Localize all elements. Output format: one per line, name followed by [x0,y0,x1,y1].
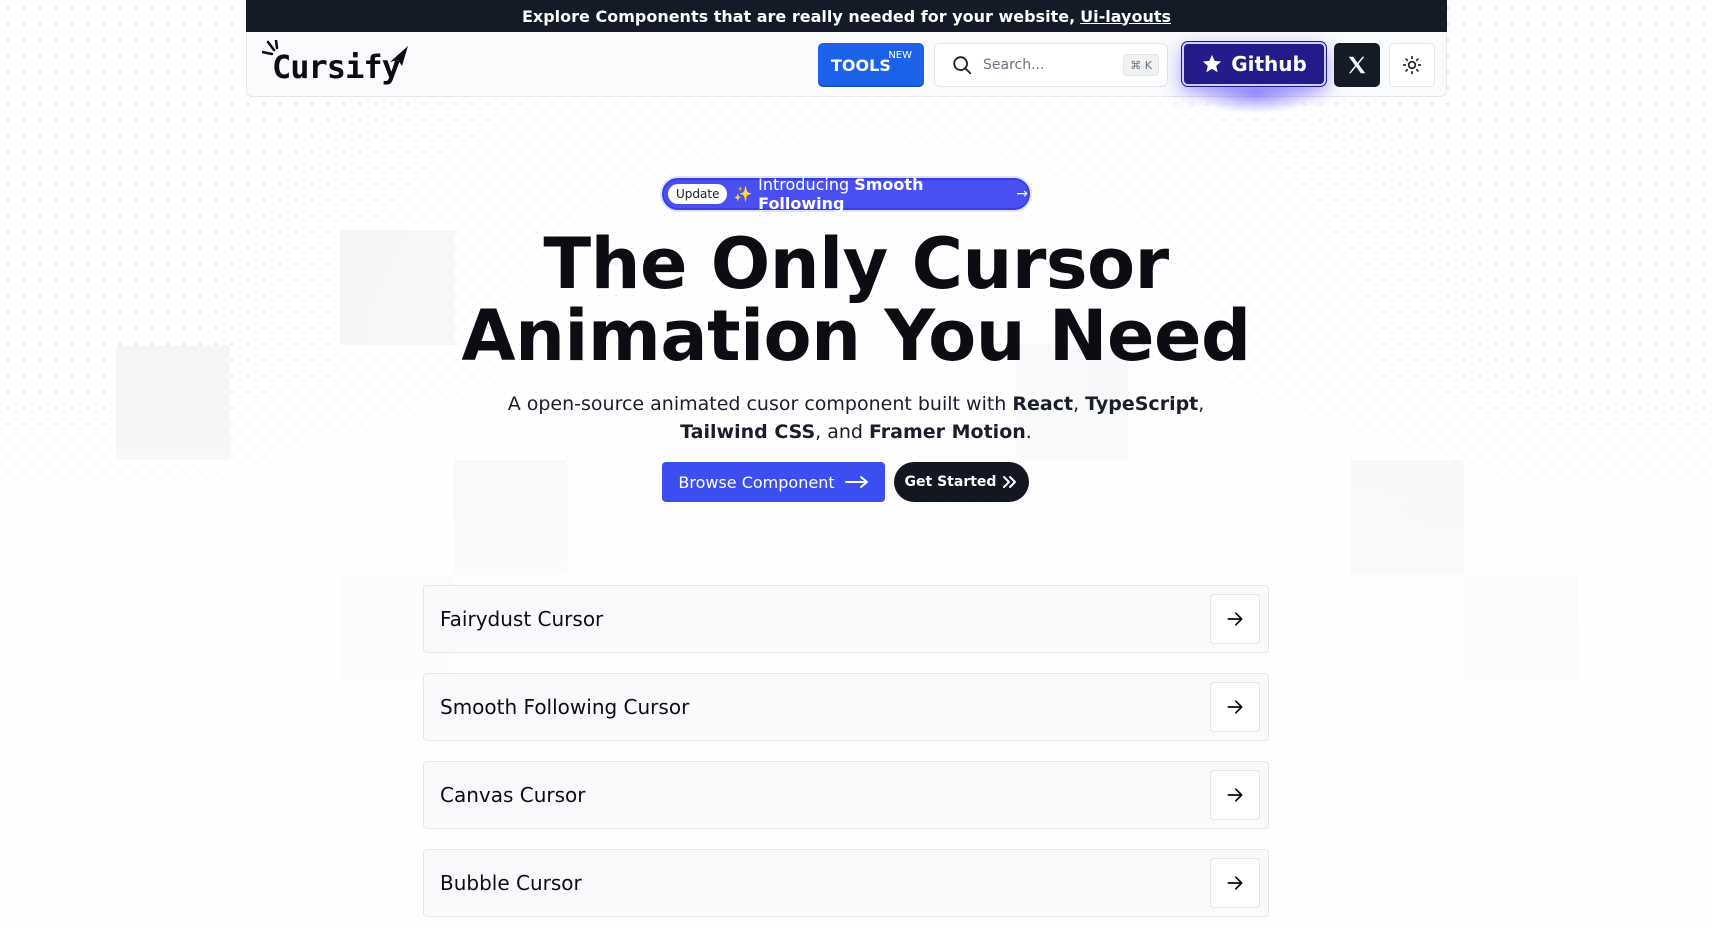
get-started-label: Get Started [904,474,997,490]
cursor-card-label: Fairydust Cursor [440,607,604,631]
get-started-button[interactable]: Get Started [894,462,1029,502]
card-arrow-button[interactable] [1210,770,1260,820]
cursor-card-smooth-following[interactable]: Smooth Following Cursor [423,673,1269,741]
arrow-right-icon [1227,788,1243,802]
cursor-card-canvas[interactable]: Canvas Cursor [423,761,1269,829]
search-input[interactable]: Search... ⌘ K [934,43,1168,87]
browse-component-button[interactable]: Browse Component [662,462,885,502]
cursor-card-label: Bubble Cursor [440,871,582,895]
card-arrow-button[interactable] [1210,682,1260,732]
search-icon [953,56,972,75]
sun-icon [1402,55,1422,75]
star-icon [1203,54,1222,73]
double-chevron-right-icon [1003,476,1017,488]
bg-tile [1350,460,1464,575]
arrow-right-icon [1227,876,1243,890]
github-label: Github [1231,52,1307,76]
cursor-card-fairydust[interactable]: Fairydust Cursor [423,585,1269,653]
browse-label: Browse Component [678,472,835,492]
announcement-text: Explore Components that are really neede… [521,6,1076,26]
tools-button[interactable]: TOOLS NEW [818,43,924,87]
cursor-card-label: Canvas Cursor [440,783,586,807]
x-twitter-button[interactable] [1334,43,1380,87]
announcement-bar: Explore Components that are really neede… [246,0,1447,32]
cursor-card-bubble[interactable]: Bubble Cursor [423,849,1269,917]
arrow-right-icon [1227,612,1243,626]
pill-text: Introducing Smooth Following [758,175,924,213]
new-badge: NEW [888,50,912,61]
search-placeholder: Search... [983,57,1045,73]
card-arrow-button[interactable] [1210,594,1260,644]
card-arrow-button[interactable] [1210,858,1260,908]
navbar: Cursify TOOLS NEW Search... ⌘ K Github [246,32,1447,114]
update-tag: Update [668,184,728,204]
x-logo-icon [1348,56,1366,74]
cursor-card-label: Smooth Following Cursor [440,695,690,719]
theme-toggle-button[interactable] [1389,43,1435,87]
arrow-right-icon: → [1016,186,1028,202]
ui-layouts-link[interactable]: Ui-layouts [1080,7,1171,26]
arrow-right-icon [1227,700,1243,714]
sparkle-icon: ✨ [733,185,753,203]
bg-tile [1464,575,1578,690]
svg-text:Cursify: Cursify [272,48,401,86]
github-button[interactable]: Github [1182,42,1326,86]
logo-icon: Cursify [260,38,408,86]
update-pill[interactable]: Update ✨ Introducing Smooth Following → [662,175,1030,213]
headline-line-1: The Only Cursor [543,223,1169,305]
search-shortcut: ⌘ K [1123,54,1159,76]
long-arrow-right-icon [844,476,868,488]
hero-description: A open-source animated cusor component b… [507,393,1205,443]
bg-tile [453,460,567,575]
headline-line-2: Animation You Need [461,295,1251,377]
tools-label: TOOLS [831,55,891,75]
cursify-logo[interactable]: Cursify [260,38,412,92]
